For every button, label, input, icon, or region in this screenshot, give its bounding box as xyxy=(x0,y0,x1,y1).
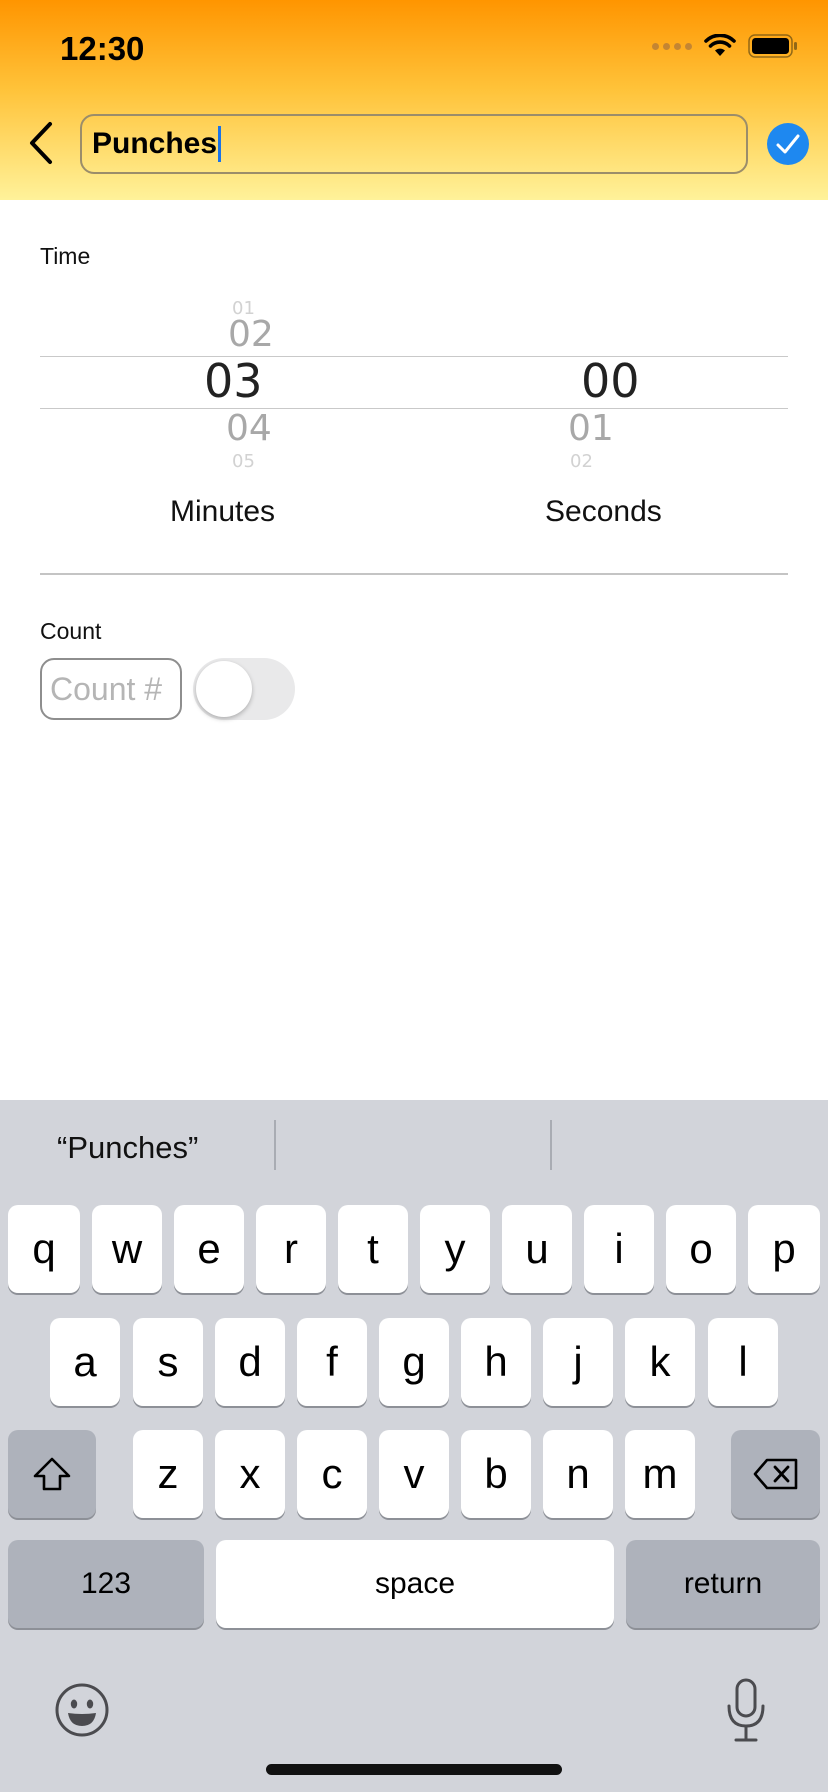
back-chevron-icon xyxy=(30,122,52,164)
key-c[interactable]: c xyxy=(297,1430,367,1518)
key-t[interactable]: t xyxy=(338,1205,408,1293)
key-v[interactable]: v xyxy=(379,1430,449,1518)
key-x[interactable]: x xyxy=(215,1430,285,1518)
picker-top-line xyxy=(40,356,788,357)
delete-key[interactable] xyxy=(731,1430,820,1518)
count-section-label: Count xyxy=(40,618,102,644)
seconds-label: Seconds xyxy=(545,495,662,528)
back-button[interactable] xyxy=(22,118,62,168)
battery-icon xyxy=(748,34,797,58)
section-divider xyxy=(40,573,788,575)
emoji-button[interactable] xyxy=(54,1682,110,1738)
predictive-suggestion[interactable]: “Punches” xyxy=(57,1130,198,1166)
key-r[interactable]: r xyxy=(256,1205,326,1293)
minutes-option[interactable]: 04 xyxy=(226,408,272,449)
microphone-button[interactable] xyxy=(724,1678,768,1744)
key-w[interactable]: w xyxy=(92,1205,162,1293)
key-d[interactable]: d xyxy=(215,1318,285,1406)
key-f[interactable]: f xyxy=(297,1318,367,1406)
toggle-knob xyxy=(196,661,252,717)
keyboard: “Punches” q w e r t y u i o p a s d f g … xyxy=(0,1100,828,1792)
microphone-icon xyxy=(727,1678,765,1742)
key-j[interactable]: j xyxy=(543,1318,613,1406)
key-n[interactable]: n xyxy=(543,1430,613,1518)
count-input-placeholder: Count # xyxy=(50,670,163,707)
key-l[interactable]: l xyxy=(708,1318,778,1406)
return-key[interactable]: return xyxy=(626,1540,820,1628)
minutes-selected[interactable]: 03 xyxy=(204,354,263,408)
time-section-label: Time xyxy=(40,243,91,269)
seconds-option[interactable]: 01 xyxy=(568,408,614,449)
key-o[interactable]: o xyxy=(666,1205,736,1293)
minutes-label: Minutes xyxy=(170,495,276,528)
minutes-option[interactable]: 05 xyxy=(232,451,255,472)
key-i[interactable]: i xyxy=(584,1205,654,1293)
key-z[interactable]: z xyxy=(133,1430,203,1518)
title-input-value: Punches xyxy=(92,127,218,160)
picker-bottom-line xyxy=(40,408,788,409)
key-a[interactable]: a xyxy=(50,1318,120,1406)
home-indicator xyxy=(266,1764,562,1775)
key-q[interactable]: q xyxy=(8,1205,80,1293)
suggestion-separator xyxy=(550,1120,552,1170)
space-key[interactable]: space xyxy=(216,1540,614,1628)
time-picker[interactable]: 01 02 03 04 05 00 01 02 xyxy=(40,298,788,472)
key-k[interactable]: k xyxy=(625,1318,695,1406)
checkmark-icon xyxy=(776,134,800,154)
shift-key[interactable] xyxy=(8,1430,96,1518)
text-caret xyxy=(218,126,222,162)
title-input[interactable]: Punches xyxy=(80,114,748,174)
shift-icon xyxy=(33,1457,71,1491)
key-p[interactable]: p xyxy=(748,1205,820,1293)
seconds-option[interactable]: 02 xyxy=(570,451,593,472)
seconds-selected[interactable]: 00 xyxy=(581,354,640,408)
key-h[interactable]: h xyxy=(461,1318,531,1406)
key-s[interactable]: s xyxy=(133,1318,203,1406)
header-bar: 12:30 Punches xyxy=(0,0,828,200)
key-y[interactable]: y xyxy=(420,1205,490,1293)
suggestion-separator xyxy=(274,1120,276,1170)
emoji-icon xyxy=(55,1683,109,1737)
wifi-icon xyxy=(704,34,736,56)
count-input[interactable]: Count # xyxy=(40,658,182,720)
key-g[interactable]: g xyxy=(379,1318,449,1406)
count-toggle[interactable] xyxy=(193,658,295,720)
key-b[interactable]: b xyxy=(461,1430,531,1518)
key-m[interactable]: m xyxy=(625,1430,695,1518)
minutes-option[interactable]: 02 xyxy=(228,314,274,355)
signal-dots-icon xyxy=(652,42,692,50)
delete-icon xyxy=(753,1458,797,1490)
save-button[interactable] xyxy=(767,123,809,165)
key-e[interactable]: e xyxy=(174,1205,244,1293)
key-u[interactable]: u xyxy=(502,1205,572,1293)
numbers-key[interactable]: 123 xyxy=(8,1540,204,1628)
status-time: 12:30 xyxy=(60,30,145,67)
status-icons xyxy=(652,34,798,58)
